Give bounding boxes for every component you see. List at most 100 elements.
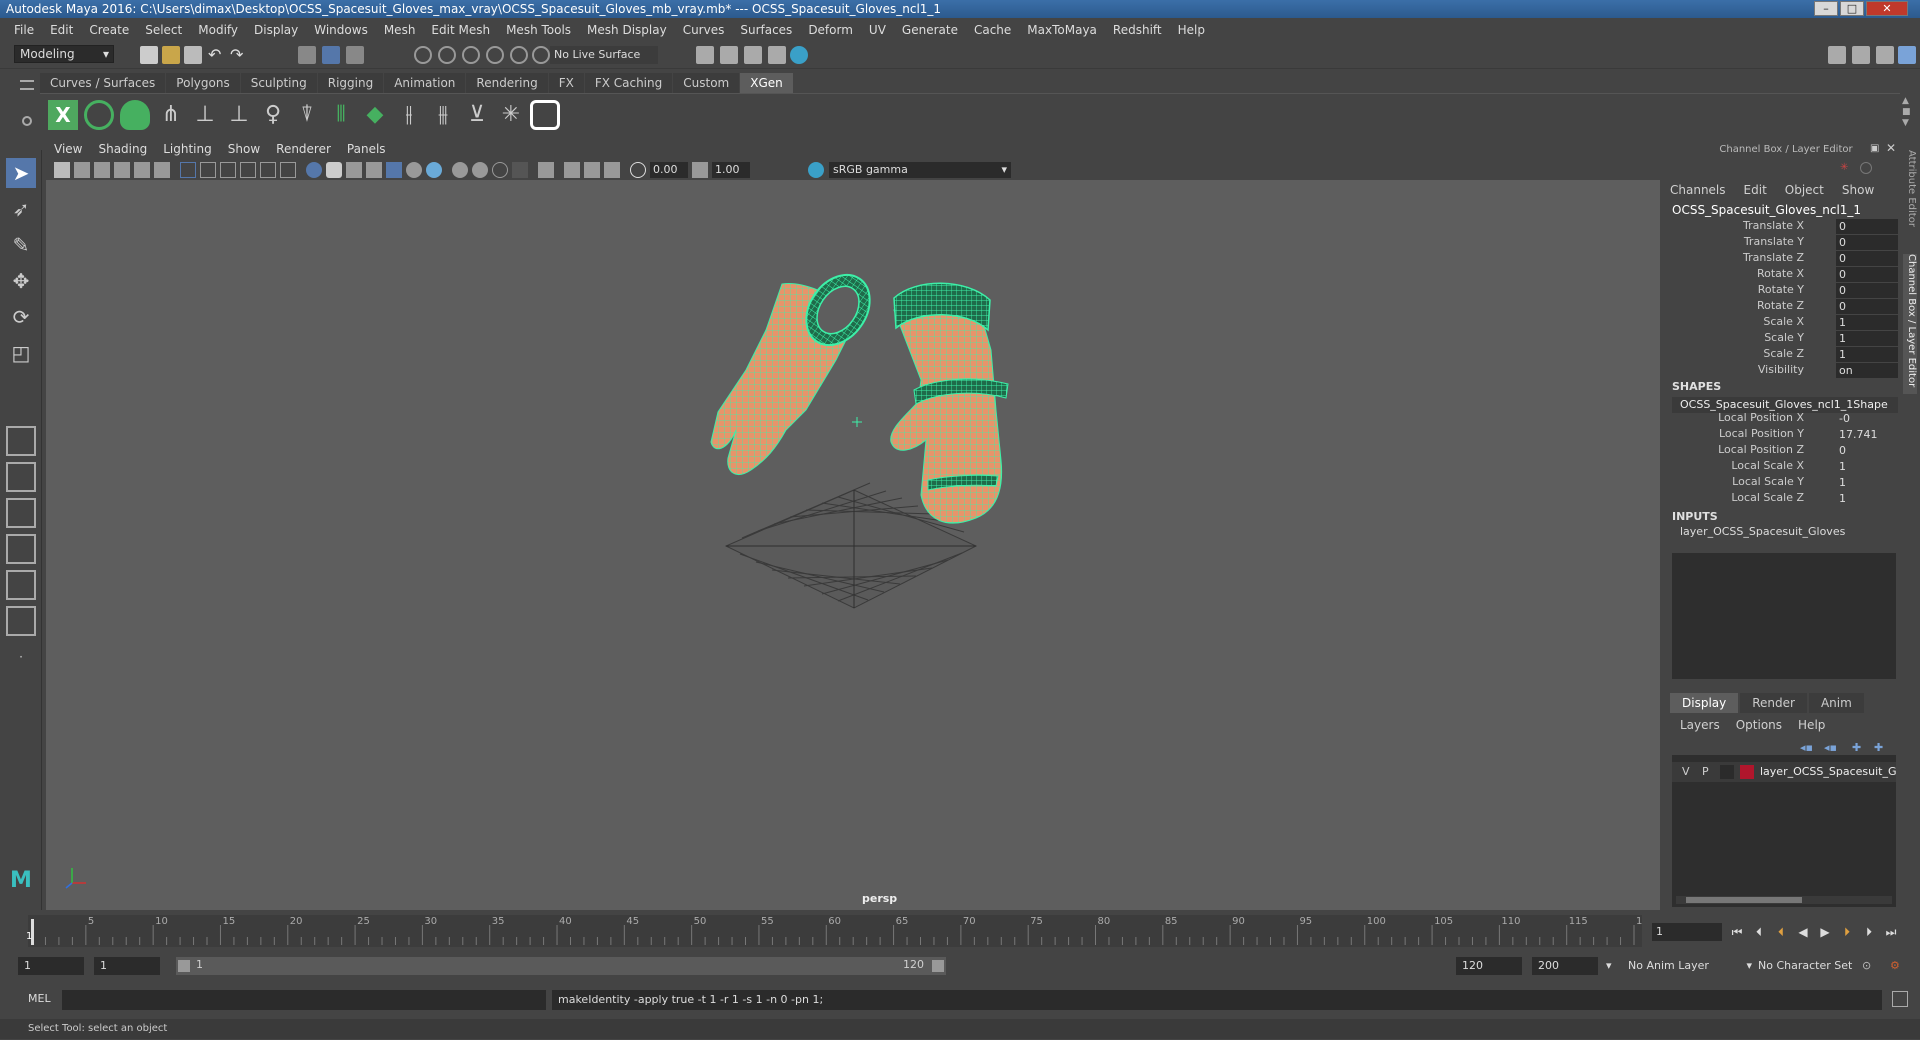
- current-frame-field[interactable]: 1: [1652, 923, 1722, 941]
- channel-row[interactable]: Translate Z 0: [1670, 251, 1898, 267]
- xgen-clumping-icon[interactable]: ✳: [496, 100, 526, 130]
- shelf-scroll-icon[interactable]: ▲ ■ ▼: [1902, 96, 1914, 130]
- channel-row[interactable]: Local Position X -0: [1670, 411, 1898, 427]
- channel-value-field[interactable]: 1: [1836, 347, 1898, 362]
- xgen-guide-length-icon[interactable]: ⊥: [224, 100, 254, 130]
- channel-value-field[interactable]: 17.741: [1836, 427, 1898, 442]
- go-to-start-icon[interactable]: ⏮: [1728, 923, 1746, 941]
- select-by-object-icon[interactable]: [322, 46, 340, 64]
- shelf-tab-rigging[interactable]: Rigging: [317, 73, 384, 93]
- layer-tab-render[interactable]: Render: [1740, 693, 1807, 713]
- channel-row[interactable]: Rotate Y 0: [1670, 283, 1898, 299]
- auto-key-icon[interactable]: ⊙: [1862, 957, 1880, 975]
- ambient-occlusion-icon[interactable]: [452, 162, 468, 178]
- menu-mesh-display[interactable]: Mesh Display: [579, 23, 675, 37]
- bookmark-icon[interactable]: [94, 162, 110, 178]
- layer-tab-anim[interactable]: Anim: [1808, 693, 1864, 713]
- range-start-handle[interactable]: [178, 960, 190, 972]
- range-end-handle[interactable]: [932, 960, 944, 972]
- single-view-layout-icon[interactable]: [6, 426, 36, 456]
- menu-uv[interactable]: UV: [861, 23, 894, 37]
- shelf-tab-animation[interactable]: Animation: [384, 73, 466, 93]
- scene-end-field[interactable]: 200: [1532, 957, 1598, 975]
- channel-row[interactable]: Visibility on: [1670, 363, 1898, 379]
- channel-box-tab[interactable]: Channel Box / Layer Editor: [1903, 254, 1917, 394]
- layer-visibility-toggle[interactable]: V: [1682, 765, 1690, 778]
- field-chart-icon[interactable]: [260, 162, 276, 178]
- channel-value-field[interactable]: 0: [1836, 283, 1898, 298]
- hypershade-icon[interactable]: [790, 46, 808, 64]
- channel-box-menu-object[interactable]: Object: [1785, 183, 1824, 197]
- gamma-field[interactable]: 1.00: [712, 162, 750, 178]
- menu-create[interactable]: Create: [81, 23, 137, 37]
- channel-value-field[interactable]: 1: [1836, 491, 1898, 506]
- close-button[interactable]: ✕: [1866, 1, 1908, 16]
- menu-mesh[interactable]: Mesh: [376, 23, 424, 37]
- shelf-tab-rendering[interactable]: Rendering: [466, 73, 548, 93]
- xgen-preview-icon[interactable]: [84, 100, 114, 130]
- layer-tab-display[interactable]: Display: [1670, 693, 1739, 713]
- scene-start-field[interactable]: 1: [18, 957, 84, 975]
- save-scene-icon[interactable]: [184, 46, 202, 64]
- persp-outliner-layout-icon[interactable]: [6, 534, 36, 564]
- select-tool-icon[interactable]: ➤: [6, 158, 36, 188]
- select-by-component-icon[interactable]: [346, 46, 364, 64]
- menu-edit[interactable]: Edit: [42, 23, 81, 37]
- range-slider[interactable]: 1 120: [176, 957, 946, 975]
- menu-edit-mesh[interactable]: Edit Mesh: [423, 23, 498, 37]
- default-material-icon[interactable]: [346, 162, 362, 178]
- menu-curves[interactable]: Curves: [675, 23, 733, 37]
- xgen-rebuild-guide-icon[interactable]: ♀: [258, 100, 288, 130]
- channel-value-field[interactable]: 1: [1836, 315, 1898, 330]
- xgen-sculpt-icon[interactable]: ⫲: [394, 100, 424, 130]
- viewport-menu-panels[interactable]: Panels: [339, 142, 394, 160]
- float-panel-icon[interactable]: ▣: [1870, 143, 1879, 154]
- custom-layout-icon[interactable]: ·: [6, 650, 36, 680]
- shelf-tab-xgen[interactable]: XGen: [740, 73, 793, 93]
- snap-point-icon[interactable]: [462, 46, 480, 64]
- two-view-layout-icon[interactable]: [6, 498, 36, 528]
- gate-mask-icon[interactable]: [240, 162, 256, 178]
- channel-value-field[interactable]: -0: [1836, 411, 1898, 426]
- xgen-cut-icon[interactable]: ⊻: [462, 100, 492, 130]
- new-layer-selected-icon[interactable]: ✚: [1874, 741, 1883, 754]
- channel-value-field[interactable]: 1: [1836, 331, 1898, 346]
- render-view-icon[interactable]: [720, 46, 738, 64]
- persp-graph-layout-icon[interactable]: [6, 570, 36, 600]
- channel-row[interactable]: Translate X 0: [1670, 219, 1898, 235]
- channel-value-field[interactable]: 1: [1836, 459, 1898, 474]
- menu-select[interactable]: Select: [137, 23, 190, 37]
- layer-display-type[interactable]: [1720, 765, 1734, 779]
- shelf-tab-polygons[interactable]: Polygons: [166, 73, 240, 93]
- anim-layer-dropdown[interactable]: No Anim Layer ▾: [1628, 957, 1754, 975]
- hud-icon[interactable]: [604, 162, 620, 178]
- persp-viewport[interactable]: persp: [46, 180, 1660, 910]
- lasso-tool-icon[interactable]: ➶: [6, 194, 36, 224]
- shelf-settings-icon[interactable]: [22, 116, 32, 126]
- channel-row[interactable]: Rotate Z 0: [1670, 299, 1898, 315]
- new-layer-icon[interactable]: ✚: [1852, 741, 1861, 754]
- maximize-button[interactable]: □: [1840, 1, 1864, 16]
- channel-row[interactable]: Scale X 1: [1670, 315, 1898, 331]
- channel-value-field[interactable]: 0: [1836, 251, 1898, 266]
- image-plane-icon[interactable]: [114, 162, 130, 178]
- layer-playback-toggle[interactable]: P: [1702, 765, 1709, 778]
- xgen-editor-icon[interactable]: X: [48, 100, 78, 130]
- safe-action-icon[interactable]: [280, 162, 296, 178]
- range-dropdown-icon[interactable]: ▾: [1606, 957, 1620, 975]
- manip-icon[interactable]: ✳: [1840, 162, 1852, 174]
- script-language-toggle[interactable]: MEL: [28, 992, 51, 1005]
- layer-color-swatch[interactable]: [1740, 765, 1754, 779]
- shelf-tab-custom[interactable]: Custom: [673, 73, 740, 93]
- layer-hscrollbar[interactable]: [1676, 896, 1892, 904]
- use-all-lights-icon[interactable]: [406, 162, 422, 178]
- channel-box-menu-show[interactable]: Show: [1842, 183, 1874, 197]
- scale-tool-icon[interactable]: ◰: [6, 338, 36, 368]
- hypershade-layout-icon[interactable]: [6, 606, 36, 636]
- anim-prefs-icon[interactable]: ⚙: [1890, 957, 1908, 975]
- menu-mesh-tools[interactable]: Mesh Tools: [498, 23, 579, 37]
- render-settings-icon[interactable]: [696, 46, 714, 64]
- rotate-tool-icon[interactable]: ⟳: [6, 302, 36, 332]
- xgen-comb-icon[interactable]: ⫴: [326, 100, 356, 130]
- menu-display[interactable]: Display: [246, 23, 306, 37]
